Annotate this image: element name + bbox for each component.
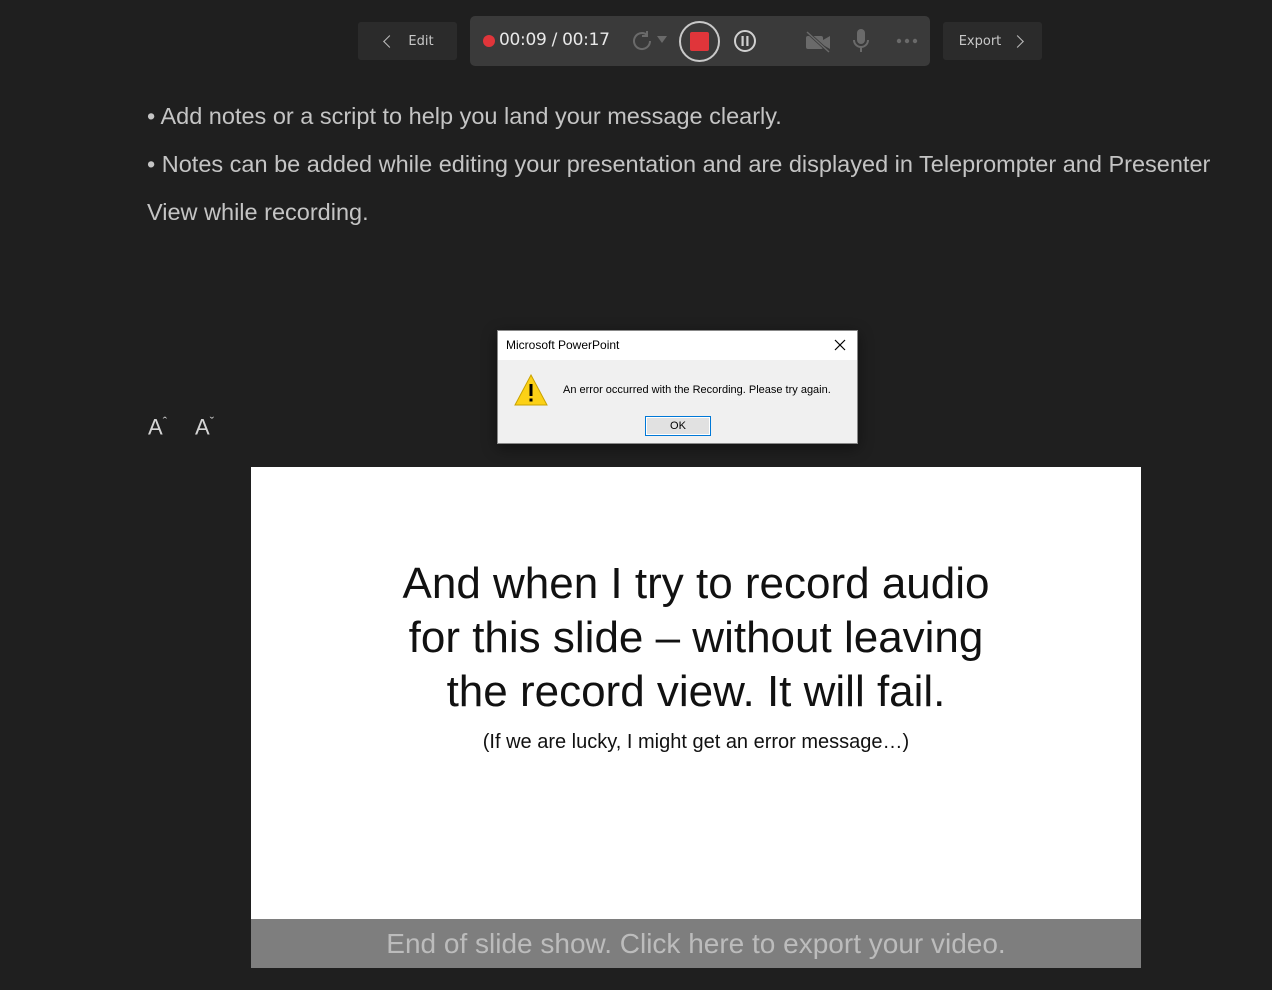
dialog-title: Microsoft PowerPoint bbox=[506, 338, 620, 352]
slide-preview: And when I try to record audio for this … bbox=[251, 467, 1141, 968]
increase-font-button[interactable]: Aˆ bbox=[148, 414, 167, 440]
more-icon[interactable] bbox=[894, 29, 920, 53]
slide-subtitle: (If we are lucky, I might get an error m… bbox=[482, 731, 910, 753]
export-video-bar[interactable]: End of slide show. Click here to export … bbox=[251, 919, 1141, 968]
recording-controls: 00:09 / 00:17 bbox=[470, 16, 930, 66]
notes-area[interactable]: • Add notes or a script to help you land… bbox=[147, 92, 1247, 236]
note-line: • Notes can be added while editing your … bbox=[147, 151, 1211, 225]
dialog-titlebar: Microsoft PowerPoint bbox=[498, 331, 857, 360]
chevron-right-icon bbox=[1011, 34, 1025, 48]
stop-button[interactable] bbox=[679, 21, 720, 62]
camera-off-icon[interactable] bbox=[804, 30, 832, 54]
recording-timer: 00:09 / 00:17 bbox=[499, 30, 610, 50]
edit-button[interactable]: Edit bbox=[358, 22, 457, 60]
close-icon[interactable] bbox=[829, 334, 851, 356]
pause-icon[interactable] bbox=[733, 29, 757, 53]
caret-down-icon: ˇ bbox=[209, 414, 215, 429]
chevron-left-icon bbox=[383, 34, 397, 48]
warning-icon bbox=[514, 374, 548, 406]
caret-up-icon: ˆ bbox=[162, 414, 168, 429]
recording-indicator bbox=[483, 35, 495, 47]
error-dialog: Microsoft PowerPoint An error occurred w… bbox=[497, 330, 858, 444]
dialog-message: An error occurred with the Recording. Pl… bbox=[563, 384, 831, 396]
export-button[interactable]: Export bbox=[943, 22, 1042, 60]
stop-icon bbox=[690, 32, 709, 51]
retake-dropdown-icon[interactable] bbox=[657, 36, 667, 44]
slide-title: And when I try to record audio for this … bbox=[402, 559, 990, 716]
decrease-font-button[interactable]: Aˇ bbox=[195, 414, 214, 440]
note-line: • Add notes or a script to help you land… bbox=[147, 103, 782, 129]
microphone-icon[interactable] bbox=[850, 27, 872, 55]
export-label: Export bbox=[958, 33, 1002, 49]
ok-button[interactable]: OK bbox=[645, 416, 711, 436]
edit-label: Edit bbox=[408, 33, 434, 49]
retake-icon[interactable] bbox=[630, 29, 654, 53]
